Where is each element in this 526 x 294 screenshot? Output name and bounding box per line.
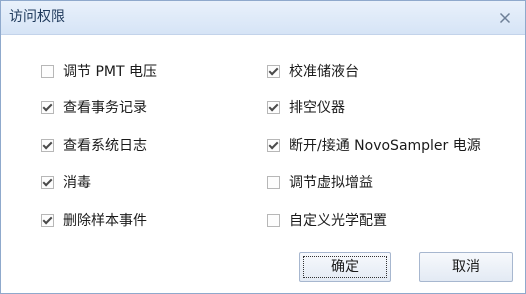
title-bar: 访问权限 [1, 1, 525, 35]
checkbox-label: 自定义光学配置 [289, 213, 387, 229]
checkbox[interactable] [41, 64, 54, 78]
checkbox-label: 查看事务记录 [63, 100, 147, 116]
perm-disinfect[interactable]: 消毒 [41, 172, 91, 192]
checkbox-label: 调节 PMT 电压 [63, 64, 157, 80]
checkbox[interactable] [41, 100, 54, 114]
checkbox[interactable] [267, 175, 280, 189]
perm-adjust-virtual-gain[interactable]: 调节虚拟增益 [267, 172, 373, 192]
checkbox[interactable] [267, 100, 280, 114]
checkbox[interactable] [267, 138, 280, 152]
checkbox[interactable] [267, 213, 280, 227]
perm-adjust-pmt-voltage[interactable]: 调节 PMT 电压 [41, 61, 157, 81]
checkbox-label: 删除样本事件 [63, 213, 147, 229]
checkbox[interactable] [267, 64, 280, 78]
perm-delete-sample-events[interactable]: 删除样本事件 [41, 210, 147, 230]
checkbox-label: 校准储液台 [289, 64, 359, 80]
checkbox-label: 排空仪器 [289, 100, 345, 116]
perm-custom-optical-config[interactable]: 自定义光学配置 [267, 210, 387, 230]
checkbox[interactable] [41, 138, 54, 152]
checkbox[interactable] [41, 213, 54, 227]
ok-button[interactable]: 确定 [299, 252, 391, 282]
checkbox-label: 断开/接通 NovoSampler 电源 [289, 138, 481, 154]
close-icon[interactable] [499, 12, 511, 24]
perm-calibrate-fluidics[interactable]: 校准储液台 [267, 61, 359, 81]
perm-novosampler-power[interactable]: 断开/接通 NovoSampler 电源 [267, 135, 481, 155]
cancel-button[interactable]: 取消 [419, 252, 513, 282]
dialog-title: 访问权限 [9, 9, 65, 25]
perm-view-transaction-log[interactable]: 查看事务记录 [41, 97, 147, 117]
perm-view-system-log[interactable]: 查看系统日志 [41, 135, 147, 155]
access-permissions-dialog: 访问权限 调节 PMT 电压 查看事务记录 查看系统日志 消毒 删除样本事件 校… [0, 0, 526, 294]
checkbox-label: 查看系统日志 [63, 138, 147, 154]
checkbox[interactable] [41, 175, 54, 189]
checkbox-label: 调节虚拟增益 [289, 175, 373, 191]
perm-drain-instrument[interactable]: 排空仪器 [267, 97, 345, 117]
checkbox-label: 消毒 [63, 175, 91, 191]
